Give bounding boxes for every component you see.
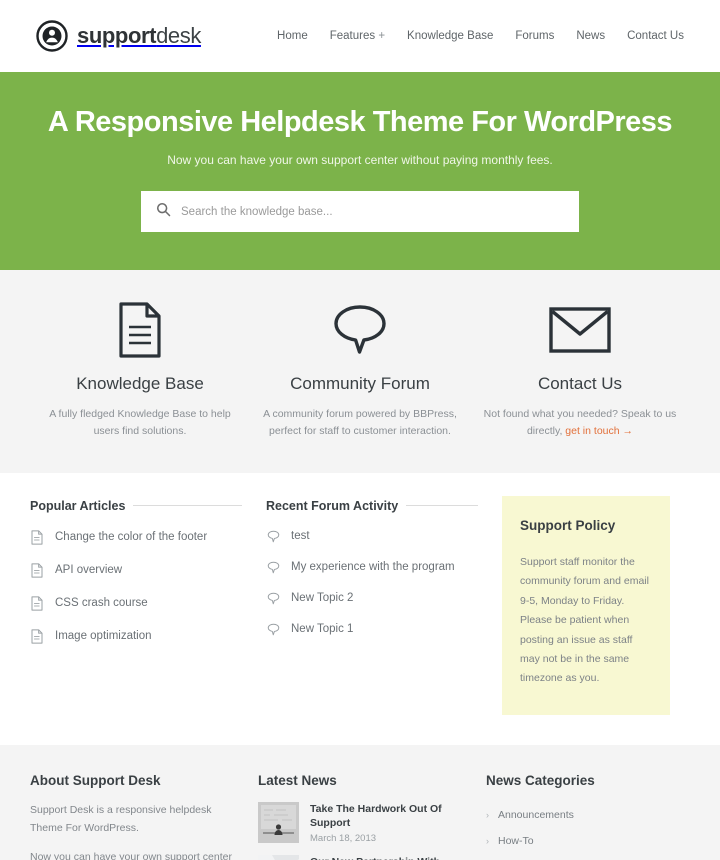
- nav-item-contact-us[interactable]: Contact Us: [627, 30, 684, 42]
- knowledge-base-search[interactable]: [141, 191, 579, 233]
- topic-link[interactable]: New Topic 2: [291, 592, 353, 604]
- news-title: Take The Hardwork Out Of Support: [310, 802, 442, 829]
- feature-contact-us: Contact Us Not found what you needed? Sp…: [470, 300, 690, 439]
- topic-link[interactable]: test: [291, 530, 310, 542]
- feature-knowledge-base: Knowledge Base A fully fledged Knowledge…: [30, 300, 250, 439]
- main-navigation: Home Features Knowledge Base Forums News…: [277, 30, 684, 42]
- news-title: Our New Partnership With Handshake: [310, 855, 462, 860]
- article-link[interactable]: Image optimization: [55, 630, 152, 642]
- page-root: supportdesk Home Features Knowledge Base…: [0, 0, 720, 860]
- speech-bubble-small-icon: [266, 561, 280, 574]
- user-circle-icon: [36, 20, 68, 52]
- speech-bubble-small-icon: [266, 623, 280, 636]
- news-meta: Our New Partnership With Handshake March…: [310, 855, 462, 860]
- news-meta: Take The Hardwork Out Of Support March 1…: [310, 802, 462, 844]
- nav-item-features[interactable]: Features: [330, 30, 385, 42]
- search-input[interactable]: [181, 205, 564, 218]
- forum-activity-widget: Recent Forum Activity test My experience…: [266, 499, 478, 715]
- site-logo[interactable]: supportdesk: [36, 20, 201, 52]
- about-paragraph-2: Now you can have your own support center…: [30, 850, 232, 860]
- list-item[interactable]: New Topic 1: [266, 614, 478, 645]
- envelope-icon: [480, 300, 680, 360]
- features-section: Knowledge Base A fully fledged Knowledge…: [0, 270, 720, 473]
- about-paragraph-1: Support Desk is a responsive helpdesk Th…: [30, 803, 212, 834]
- list-item[interactable]: Change the color of the footer: [30, 521, 242, 554]
- news-categories-widget: News Categories › Announcements › How-To…: [486, 773, 690, 860]
- list-item[interactable]: New Topic 2: [266, 583, 478, 614]
- feature-text: A fully fledged Knowledge Base to help u…: [49, 408, 231, 437]
- support-policy-text: Support staff monitor the community foru…: [520, 555, 649, 685]
- main-content: Popular Articles Change the color of the…: [0, 472, 720, 745]
- support-policy-title: Support Policy: [520, 517, 616, 533]
- heading-divider: [133, 505, 242, 507]
- nav-item-forums[interactable]: Forums: [515, 30, 554, 42]
- news-date: March 18, 2013: [310, 833, 377, 845]
- widget-heading: Popular Articles: [30, 499, 242, 513]
- support-policy-box: Support Policy Support staff monitor the…: [502, 495, 670, 715]
- logo-text-bold: support: [77, 23, 157, 48]
- forum-activity-title: Recent Forum Activity: [266, 498, 399, 513]
- get-in-touch-link[interactable]: get in touch →: [565, 425, 633, 437]
- nav-item-home[interactable]: Home: [277, 30, 308, 42]
- article-link[interactable]: API overview: [55, 564, 122, 576]
- about-widget: About Support Desk Support Desk is a res…: [30, 773, 234, 860]
- document-small-icon: [30, 563, 44, 578]
- speech-bubble-small-icon: [266, 530, 280, 543]
- list-item[interactable]: › How-To: [486, 828, 690, 854]
- document-small-icon: [30, 596, 44, 611]
- list-item[interactable]: Our New Partnership With Handshake March…: [258, 855, 462, 860]
- widget-heading: Recent Forum Activity: [266, 499, 478, 513]
- speech-bubble-icon: [260, 300, 460, 360]
- feature-title: Contact Us: [537, 374, 623, 394]
- forum-activity-list: test My experience with the program New …: [266, 521, 478, 645]
- document-icon: [40, 300, 240, 360]
- latest-news-title: Latest News: [258, 772, 337, 788]
- news-categories-list: › Announcements › How-To › Strategy: [486, 802, 690, 860]
- list-item[interactable]: Take The Hardwork Out Of Support March 1…: [258, 801, 462, 844]
- article-link[interactable]: CSS crash course: [55, 597, 148, 609]
- feature-title: Community Forum: [290, 374, 430, 394]
- list-item[interactable]: › Announcements: [486, 802, 690, 828]
- chevron-right-icon: ›: [486, 809, 489, 820]
- handshake-thumbnail: [258, 855, 299, 860]
- list-item[interactable]: API overview: [30, 554, 242, 587]
- list-item[interactable]: My experience with the program: [266, 552, 478, 583]
- news-categories-title: News Categories: [486, 772, 595, 788]
- heading-divider: [406, 505, 478, 507]
- feature-title: Knowledge Base: [76, 374, 204, 394]
- logo-text: supportdesk: [77, 23, 201, 49]
- document-small-icon: [30, 629, 44, 644]
- feature-text: A community forum powered by BBPress, pe…: [263, 408, 457, 437]
- list-item[interactable]: Image optimization: [30, 620, 242, 653]
- nav-item-knowledge-base[interactable]: Knowledge Base: [407, 30, 493, 42]
- site-header: supportdesk Home Features Knowledge Base…: [0, 0, 720, 72]
- feature-community-forum: Community Forum A community forum powere…: [250, 300, 470, 439]
- feature-text: Not found what you needed? Speak to us d…: [480, 406, 680, 439]
- topic-link[interactable]: New Topic 1: [291, 623, 353, 635]
- popular-articles-title: Popular Articles: [30, 498, 126, 513]
- category-link[interactable]: How-To: [498, 835, 534, 847]
- speech-bubble-small-icon: [266, 592, 280, 605]
- topic-link[interactable]: My experience with the program: [291, 561, 455, 573]
- popular-articles-widget: Popular Articles Change the color of the…: [30, 499, 242, 715]
- document-small-icon: [30, 530, 44, 545]
- footer-widgets: About Support Desk Support Desk is a res…: [0, 744, 720, 860]
- category-link[interactable]: Announcements: [498, 809, 574, 821]
- list-item[interactable]: CSS crash course: [30, 587, 242, 620]
- desk-chalkboard-thumbnail: [258, 801, 299, 843]
- chevron-right-icon: ›: [486, 835, 489, 846]
- latest-news-widget: Latest News Take The Hardwork Out Of Sup…: [258, 773, 462, 860]
- list-item[interactable]: › Strategy: [486, 854, 690, 860]
- list-item[interactable]: test: [266, 521, 478, 552]
- about-title: About Support Desk: [30, 772, 161, 788]
- hero-section: A Responsive Helpdesk Theme For WordPres…: [0, 72, 720, 271]
- logo-text-light: desk: [156, 23, 201, 48]
- popular-articles-list: Change the color of the footer API overv…: [30, 521, 242, 653]
- hero-title: A Responsive Helpdesk Theme For WordPres…: [47, 106, 673, 138]
- nav-item-news[interactable]: News: [576, 30, 605, 42]
- article-link[interactable]: Change the color of the footer: [55, 531, 207, 543]
- hero-subtitle: Now you can have your own support center…: [167, 153, 553, 168]
- search-icon: [156, 202, 171, 222]
